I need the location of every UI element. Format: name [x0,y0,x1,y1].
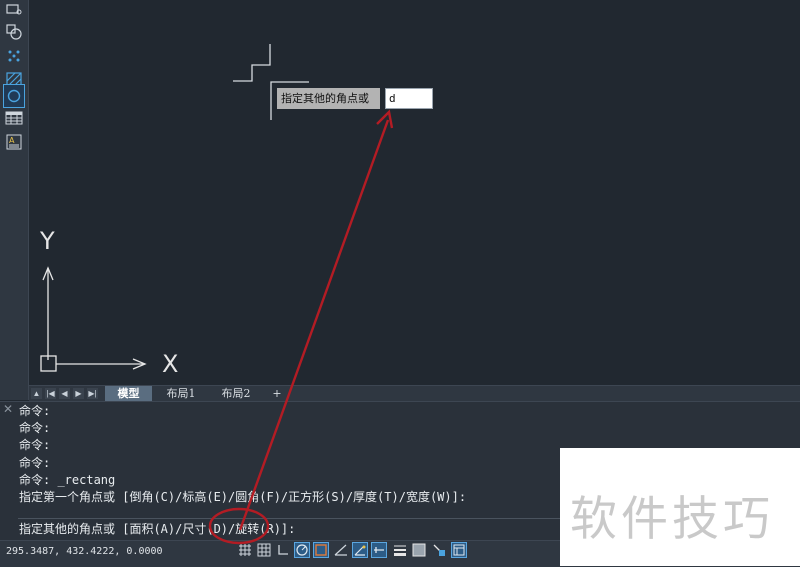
circle-tool-icon[interactable] [3,84,25,108]
drawing-canvas[interactable] [29,0,800,385]
command-history-line: 命令: [19,438,51,453]
dynamic-ucs-icon[interactable] [352,542,368,558]
command-history-line: 命令: _rectang [19,472,116,487]
tab-prev-button[interactable]: ◀ [59,388,70,399]
tab-last-button[interactable]: ▶| [87,388,98,399]
dynamic-input-icon[interactable] [371,542,387,558]
dynamic-prompt-label: 指定其他的角点或 [277,88,380,109]
tab-layout2[interactable]: 布局2 [210,386,262,402]
tab-next-button[interactable]: ▶ [73,388,84,399]
tab-add-button[interactable]: + [265,386,289,402]
selection-cycling-icon[interactable] [431,542,447,558]
ucs-y-label: Y [40,227,55,255]
watermark-panel: 软件技巧 [560,448,800,566]
lineweight-icon[interactable] [392,542,408,558]
object-snap-icon[interactable] [313,542,329,558]
tab-layout1[interactable]: 布局1 [155,386,207,402]
shape-tool-icon[interactable] [3,22,25,42]
tab-first-button[interactable]: |◀ [45,388,56,399]
command-history-line: 命令: [19,455,51,470]
close-icon[interactable]: ✕ [3,403,15,415]
tab-model[interactable]: 模型 [105,386,152,402]
transparency-icon[interactable] [411,542,427,558]
command-history-line: 命令: [19,421,51,436]
command-history-line: 指定第一个角点或 [倒角(C)/标高(E)/圆角(F)/正方形(S)/厚度(T)… [19,489,467,504]
draw-toolbar: A [0,0,29,400]
command-divider [18,518,560,519]
dynamic-input-field[interactable] [385,88,433,109]
rectangle-tool-icon[interactable] [3,0,25,20]
text-tool-icon[interactable]: A [3,132,25,152]
command-history-line: 命令: [19,404,51,418]
cursor-coordinates: 295.3487, 432.4222, 0.0000 [6,546,163,557]
snap-grid-icon[interactable] [237,542,253,558]
layout-tab-bar: ▲ |◀ ◀ ▶ ▶| 模型 布局1 布局2 + [29,385,800,402]
table-tool-icon[interactable] [3,108,25,128]
quick-properties-icon[interactable] [451,542,467,558]
point-tool-icon[interactable] [3,46,25,66]
polar-icon[interactable] [294,542,310,558]
svg-text:A: A [9,136,15,145]
command-input-prompt[interactable]: 指定其他的角点或 [面积(A)/尺寸(D)/旋转(R)]: [19,521,295,537]
tab-scroll-up-button[interactable]: ▲ [31,388,42,399]
ortho-icon[interactable] [275,542,291,558]
ucs-x-label: X [162,350,179,378]
snap-tracking-icon[interactable] [333,542,349,558]
watermark-text: 软件技巧 [570,492,774,547]
grid-display-icon[interactable] [256,542,272,558]
command-history: 命令: 命令: 命令: 命令: 命令: _rectang 指定第一个角点或 [倒… [19,403,559,506]
